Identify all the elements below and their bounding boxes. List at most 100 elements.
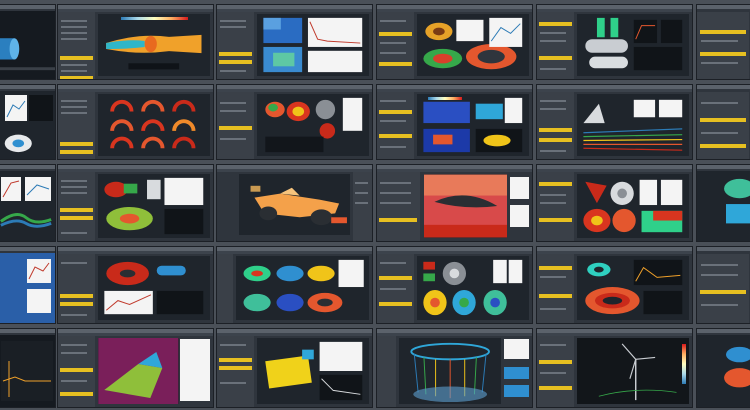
tree-panel <box>58 254 96 323</box>
app-window-tile[interactable] <box>216 84 373 160</box>
window-toolbar <box>0 165 55 169</box>
viewport <box>98 256 210 320</box>
turbine-rings-render <box>423 17 523 70</box>
viewport <box>238 174 351 235</box>
app-window-tile[interactable] <box>696 164 750 242</box>
colored-blobs-render <box>265 97 363 153</box>
tree-panel <box>58 12 96 79</box>
app-window-tile[interactable] <box>376 4 533 80</box>
tree-panel <box>537 336 575 407</box>
app-window-tile[interactable] <box>696 246 750 324</box>
line-plot <box>1 341 53 401</box>
viewport <box>257 14 369 76</box>
cyan-model-render <box>724 178 750 224</box>
blue-cylinder-render <box>0 38 55 71</box>
yellow-radiator-render <box>265 341 363 401</box>
window-toolbar <box>0 5 55 9</box>
app-window-tile[interactable] <box>376 328 533 408</box>
app-window-tile[interactable] <box>536 84 693 160</box>
tree-panel <box>58 172 96 241</box>
tree-panel <box>377 336 396 407</box>
window-toolbar <box>697 247 750 251</box>
window-toolbar <box>697 5 750 9</box>
app-window-tile[interactable] <box>57 246 214 324</box>
tree-panel <box>697 254 750 323</box>
wind-turbine-render <box>599 343 677 401</box>
app-window-tile[interactable] <box>216 4 373 80</box>
app-window-tile[interactable] <box>536 4 693 80</box>
terrain-streamlines-render <box>583 99 683 151</box>
partial-render <box>724 346 750 388</box>
viewport <box>0 11 55 79</box>
app-window-tile[interactable] <box>376 164 533 242</box>
tree-panel <box>697 12 750 79</box>
contour-panels-render <box>263 17 363 73</box>
viewport <box>0 91 55 159</box>
viewport <box>417 94 529 156</box>
app-window-tile[interactable] <box>376 84 533 160</box>
viewport <box>577 174 689 238</box>
window-toolbar <box>697 85 750 89</box>
viewport <box>398 338 501 404</box>
app-window-tile[interactable] <box>0 4 56 80</box>
viewport <box>697 171 750 241</box>
app-window-tile[interactable] <box>696 4 750 80</box>
app-window-tile[interactable] <box>57 84 214 160</box>
tree-panel <box>58 336 96 407</box>
viewport <box>0 171 55 241</box>
tree-panel <box>537 92 575 159</box>
line-plot <box>27 289 51 313</box>
tree-panel <box>217 336 255 407</box>
line-plot <box>510 177 529 199</box>
app-window-tile[interactable] <box>0 246 56 324</box>
app-window-tile[interactable] <box>696 328 750 408</box>
red-arcs-grid-render <box>110 99 196 149</box>
cylinder-lines-render <box>410 342 490 403</box>
app-window-tile[interactable] <box>0 164 56 242</box>
viewport <box>577 338 689 404</box>
tree-panel <box>537 172 575 241</box>
app-window-tile[interactable] <box>216 328 373 408</box>
properties-panel <box>353 172 372 241</box>
app-window-tile[interactable] <box>0 328 56 408</box>
viewport <box>98 94 210 156</box>
app-window-tile[interactable] <box>57 164 214 242</box>
viewport <box>98 338 179 404</box>
race-car-render <box>250 185 347 226</box>
impellers-render <box>423 259 523 316</box>
app-window-tile[interactable] <box>57 328 214 408</box>
tree-panel <box>377 92 415 159</box>
torus-stack-render <box>585 259 683 315</box>
window-toolbar <box>0 247 55 251</box>
green-pipes-render <box>585 17 683 71</box>
app-window-tile[interactable] <box>536 328 693 408</box>
viewport <box>257 94 369 156</box>
viewport <box>0 253 55 323</box>
tree-panel <box>537 12 575 79</box>
app-window-tile[interactable] <box>696 84 750 160</box>
app-window-tile[interactable] <box>216 164 373 242</box>
tree-panel <box>377 12 415 79</box>
viewport <box>577 94 689 156</box>
data-table <box>180 339 210 401</box>
airfoil-red-render <box>423 174 508 238</box>
app-window-tile[interactable] <box>57 4 214 80</box>
window-toolbar <box>0 85 55 89</box>
app-window-tile[interactable] <box>536 246 693 324</box>
viewport <box>417 14 529 76</box>
app-window-tile[interactable] <box>0 84 56 160</box>
app-window-tile[interactable] <box>536 164 693 242</box>
window-toolbar <box>697 165 750 169</box>
viewport <box>0 335 55 407</box>
app-window-tile[interactable] <box>216 246 373 324</box>
tree-panel <box>217 92 255 159</box>
viewport <box>235 256 369 320</box>
fan-cones-render <box>583 179 683 233</box>
fan-render <box>4 134 32 153</box>
viewport <box>423 174 508 238</box>
app-window-tile[interactable] <box>376 246 533 324</box>
viewport <box>577 14 689 76</box>
viewport <box>98 174 210 238</box>
pump-volute-render <box>104 177 204 235</box>
line-plot <box>27 259 51 283</box>
